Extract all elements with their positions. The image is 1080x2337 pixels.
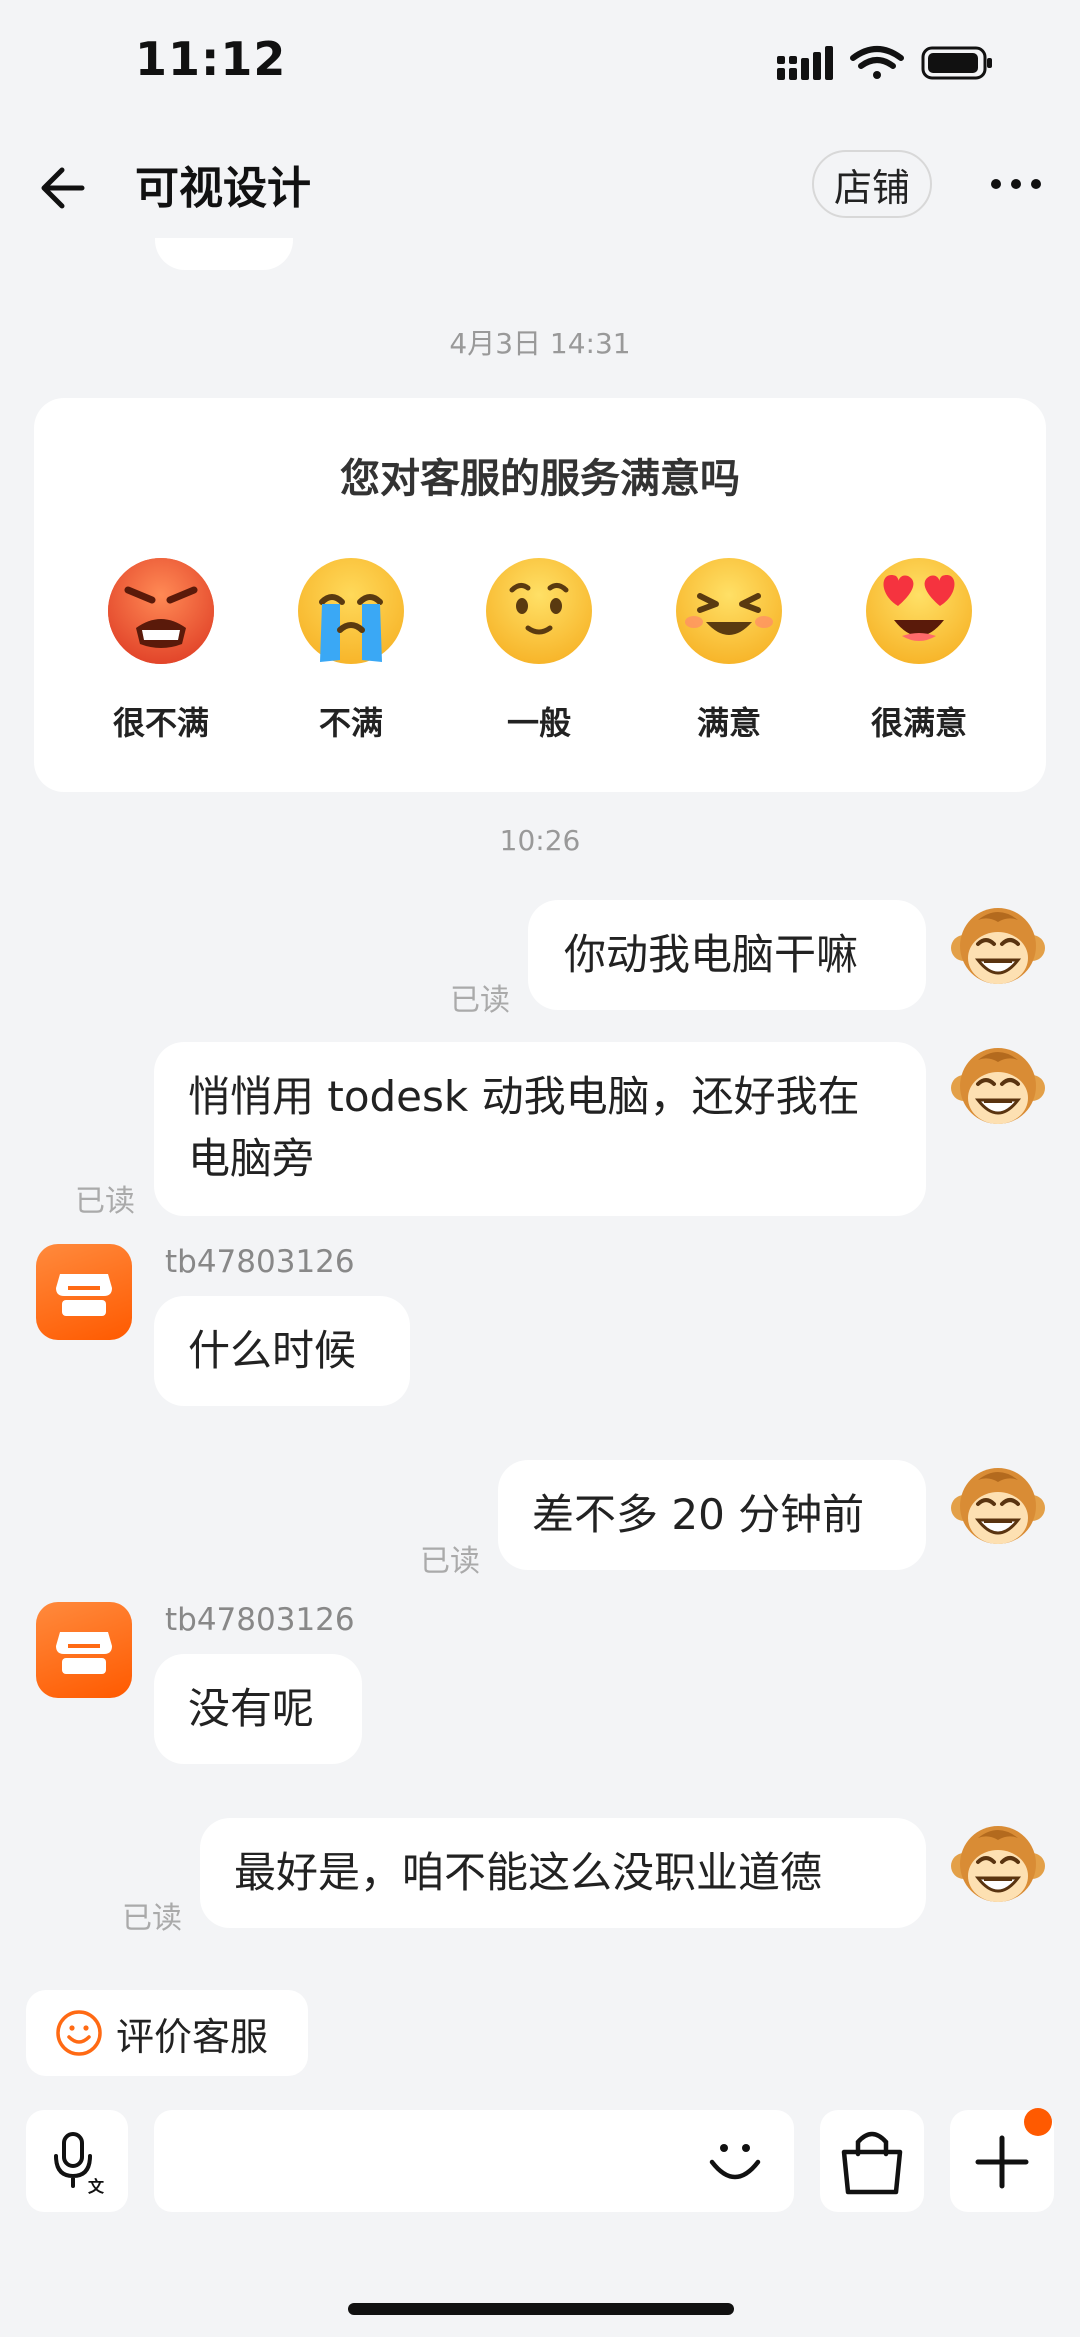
- happy-face-icon[interactable]: [674, 556, 784, 666]
- wifi-icon: [850, 46, 904, 79]
- sender-name: tb47803126: [165, 1244, 355, 1280]
- rate-service-label: 评价客服: [116, 2014, 269, 2059]
- page-title: 可视设计: [135, 163, 311, 214]
- previous-message-stub: [155, 238, 293, 270]
- status-icons: [777, 46, 992, 80]
- very-angry-face-icon[interactable]: [106, 556, 216, 666]
- timestamp: 4月3日 14:31: [449, 327, 631, 360]
- option-label-neutral[interactable]: 一般: [449, 698, 629, 744]
- smile-icon: [56, 2010, 102, 2056]
- read-receipt: 已读: [75, 1184, 135, 1219]
- message-bubble[interactable]: 悄悄用 todesk 动我电脑，还好我在电脑旁: [154, 1042, 926, 1216]
- monkey-avatar-icon: [951, 1048, 1045, 1124]
- read-receipt: 已读: [122, 1901, 182, 1936]
- neutral-face-icon[interactable]: [484, 556, 594, 666]
- home-indicator: [348, 2303, 734, 2315]
- message-input[interactable]: [154, 2110, 794, 2212]
- user-avatar[interactable]: [948, 898, 1048, 998]
- crying-face-icon[interactable]: [296, 556, 406, 666]
- status-time: 11:12: [135, 32, 287, 86]
- option-label-satisfied[interactable]: 满意: [639, 698, 819, 744]
- sender-name: tb47803126: [165, 1602, 355, 1638]
- user-avatar[interactable]: [948, 1816, 1048, 1916]
- monkey-avatar-icon: [951, 908, 1045, 984]
- message-bubble[interactable]: 什么时候: [154, 1296, 410, 1406]
- notification-dot: [1024, 2108, 1052, 2136]
- message-bubble[interactable]: 没有呢: [154, 1654, 362, 1764]
- monkey-avatar-icon: [951, 1826, 1045, 1902]
- shopping-bag-icon: [841, 2131, 903, 2195]
- voice-translate-icon: 文: [54, 2132, 105, 2196]
- user-avatar[interactable]: [948, 1038, 1048, 1138]
- shop-avatar[interactable]: [36, 1602, 132, 1698]
- svg-text:文: 文: [88, 2177, 105, 2196]
- option-label-very-unsatisfied[interactable]: 很不满: [71, 698, 251, 744]
- shop-button[interactable]: 店铺: [812, 150, 932, 218]
- shop-avatar[interactable]: [36, 1244, 132, 1340]
- store-icon: [56, 1274, 112, 1316]
- timestamp: 10:26: [499, 824, 581, 857]
- voice-button[interactable]: 文: [26, 2110, 128, 2212]
- message-bubble[interactable]: 差不多 20 分钟前: [498, 1460, 926, 1570]
- message-input-field[interactable]: [174, 2130, 658, 2194]
- read-receipt: 已读: [450, 983, 510, 1018]
- message-bubble[interactable]: 最好是，咱不能这么没职业道德: [200, 1818, 926, 1928]
- satisfaction-card: 您对客服的服务满意吗 很不满 不满 一般 满意 很满意: [34, 398, 1046, 792]
- store-icon: [56, 1632, 112, 1674]
- back-arrow-icon[interactable]: [38, 158, 98, 218]
- monkey-avatar-icon: [951, 1468, 1045, 1544]
- option-label-very-satisfied[interactable]: 很满意: [829, 698, 1009, 744]
- rate-service-button[interactable]: 评价客服: [26, 1990, 308, 2076]
- read-receipt: 已读: [420, 1544, 480, 1579]
- battery-icon: [921, 46, 992, 80]
- message-bubble[interactable]: 你动我电脑干嘛: [528, 900, 926, 1010]
- shopping-bag-button[interactable]: [820, 2110, 924, 2212]
- user-avatar[interactable]: [948, 1458, 1048, 1558]
- option-label-unsatisfied[interactable]: 不满: [261, 698, 441, 744]
- satisfaction-question: 您对客服的服务满意吗: [340, 456, 740, 502]
- heart-eyes-face-icon[interactable]: [864, 556, 974, 666]
- signal-icon: [777, 46, 833, 80]
- more-icon[interactable]: [990, 178, 1042, 190]
- emoji-icon[interactable]: [702, 2128, 768, 2194]
